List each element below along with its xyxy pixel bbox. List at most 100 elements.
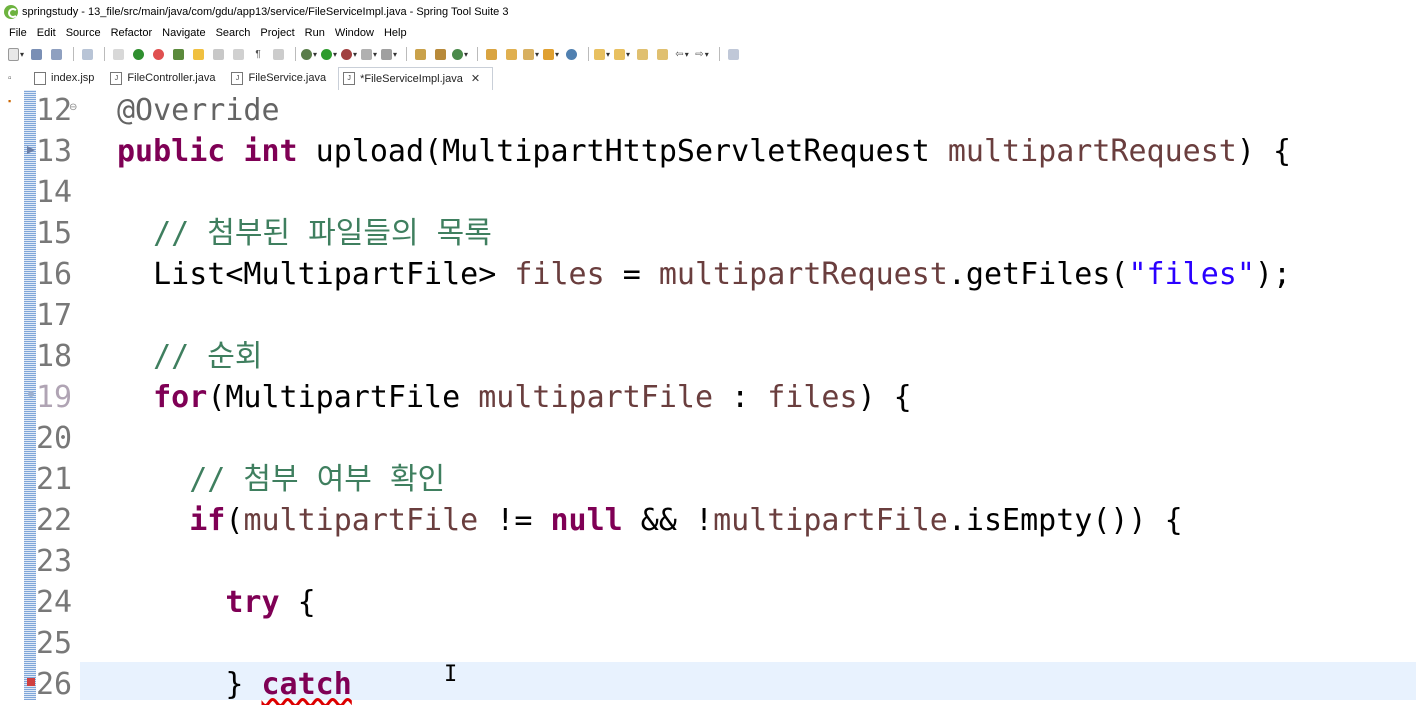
tab-file-controller[interactable]: J FileController.java bbox=[106, 67, 227, 89]
comment-text: // 순회 bbox=[117, 339, 263, 374]
code-line: 17 bbox=[0, 295, 1416, 336]
new-java-package-icon[interactable] bbox=[412, 47, 428, 61]
globe-icon[interactable] bbox=[563, 47, 579, 61]
main-toolbar: ¶ ⇦ ⇨ bbox=[0, 42, 1416, 66]
run-icon[interactable] bbox=[321, 47, 337, 61]
new-java-class-icon[interactable] bbox=[432, 47, 448, 61]
minimize-panel-icon[interactable]: ▫ bbox=[8, 73, 18, 84]
mark-occurrences-icon[interactable] bbox=[190, 47, 206, 61]
line-number: 23 bbox=[36, 544, 73, 579]
code-line: 16 List<MultipartFile> files = multipart… bbox=[0, 254, 1416, 295]
open-folder-icon[interactable] bbox=[543, 47, 559, 61]
menu-edit[interactable]: Edit bbox=[32, 27, 61, 39]
code-line: 12 ⊖ @Override bbox=[0, 90, 1416, 131]
line-number: 17 bbox=[36, 298, 73, 333]
tab-label: FileController.java bbox=[127, 72, 216, 84]
comment-text: // 첨부 여부 확인 bbox=[117, 462, 446, 497]
last-edit-location-icon[interactable] bbox=[634, 47, 650, 61]
code-text: try { bbox=[225, 585, 316, 620]
external-tools-icon[interactable] bbox=[381, 47, 397, 61]
skip-breakpoints-icon[interactable] bbox=[110, 47, 126, 61]
toolbar-separator bbox=[104, 47, 105, 61]
code-text: } catch bbox=[117, 667, 352, 702]
annotation-token: @Override bbox=[117, 93, 280, 128]
line-number: 12 bbox=[36, 93, 73, 128]
edit-location-icon[interactable] bbox=[654, 47, 670, 61]
line-number: 25 bbox=[36, 626, 73, 661]
print-icon[interactable] bbox=[79, 47, 95, 61]
menu-project[interactable]: Project bbox=[255, 27, 299, 39]
line-number: 15 bbox=[36, 216, 73, 251]
menu-source[interactable]: Source bbox=[61, 27, 106, 39]
line-number: 14 bbox=[36, 175, 73, 210]
line-number: 16 bbox=[36, 257, 73, 292]
open-type-icon[interactable] bbox=[170, 47, 186, 61]
new-icon[interactable] bbox=[8, 47, 24, 61]
toolbar-separator bbox=[719, 47, 720, 61]
pilcrow-icon[interactable]: ¶ bbox=[250, 47, 266, 61]
tab-file-service-impl[interactable]: J *FileServiceImpl.java ✕ bbox=[338, 66, 494, 90]
code-line: 26 } catch bbox=[0, 664, 1416, 705]
menu-run[interactable]: Run bbox=[300, 27, 330, 39]
menu-bar: File Edit Source Refactor Navigate Searc… bbox=[0, 24, 1416, 42]
code-line: 20 bbox=[0, 418, 1416, 459]
code-text: if(multipartFile != null && !multipartFi… bbox=[189, 503, 1183, 538]
fold-icon[interactable]: ⊖ bbox=[69, 102, 77, 113]
forward-icon[interactable]: ⇨ bbox=[694, 47, 710, 61]
line-number: 24 bbox=[36, 585, 73, 620]
refresh-icon[interactable] bbox=[150, 47, 166, 61]
spring-boot-dashboard-icon[interactable] bbox=[130, 47, 146, 61]
save-icon[interactable] bbox=[28, 47, 44, 61]
java-file-icon: J bbox=[343, 72, 356, 85]
menu-window[interactable]: Window bbox=[330, 27, 379, 39]
line-number: 21 bbox=[36, 462, 73, 497]
code-line: 22 if(multipartFile != null && !multipar… bbox=[0, 500, 1416, 541]
title-bar: springstudy - 13_file/src/main/java/com/… bbox=[0, 0, 1416, 24]
toolbar-separator bbox=[406, 47, 407, 61]
pin-editor-icon[interactable] bbox=[725, 47, 741, 61]
word-wrap-icon[interactable] bbox=[270, 47, 286, 61]
code-line: 13 public int upload(MultipartHttpServle… bbox=[0, 131, 1416, 172]
tab-label: index.jsp bbox=[51, 72, 95, 84]
java-file-icon: J bbox=[231, 71, 244, 85]
breakpoint-marker-icon bbox=[28, 391, 34, 397]
code-text: List<MultipartFile> files = multipartReq… bbox=[117, 257, 1292, 292]
stop-icon[interactable] bbox=[361, 47, 377, 61]
error-marker-icon bbox=[27, 678, 35, 686]
open-task-icon[interactable] bbox=[503, 47, 519, 61]
back-icon[interactable]: ⇦ bbox=[674, 47, 690, 61]
line-number: 22 bbox=[36, 503, 73, 538]
menu-refactor[interactable]: Refactor bbox=[106, 27, 158, 39]
code-line: 14 bbox=[0, 172, 1416, 213]
menu-search[interactable]: Search bbox=[211, 27, 256, 39]
previous-annotation-icon[interactable] bbox=[614, 47, 630, 61]
search-icon[interactable] bbox=[523, 47, 539, 61]
code-line: 25 bbox=[0, 623, 1416, 664]
jsp-file-icon bbox=[34, 71, 46, 85]
menu-navigate[interactable]: Navigate bbox=[157, 27, 210, 39]
next-annotation-icon[interactable] bbox=[594, 47, 610, 61]
debug-icon[interactable] bbox=[301, 47, 317, 61]
menu-file[interactable]: File bbox=[0, 27, 32, 39]
tab-index-jsp[interactable]: index.jsp bbox=[30, 67, 106, 89]
override-marker-icon bbox=[27, 146, 35, 154]
toolbar-separator bbox=[588, 47, 589, 61]
save-all-icon[interactable] bbox=[48, 47, 64, 61]
toolbar-separator bbox=[477, 47, 478, 61]
open-type-hierarchy-icon[interactable] bbox=[483, 47, 499, 61]
code-line: 18 // 순회 bbox=[0, 336, 1416, 377]
tab-label: *FileServiceImpl.java bbox=[360, 72, 463, 85]
show-whitespace-icon[interactable] bbox=[230, 47, 246, 61]
toolbar-separator bbox=[73, 47, 74, 61]
toggle-block-icon[interactable] bbox=[210, 47, 226, 61]
tab-file-service[interactable]: J FileService.java bbox=[227, 67, 338, 89]
menu-help[interactable]: Help bbox=[379, 27, 412, 39]
code-editor[interactable]: ▪ 12 ⊖ @Override 13 public int upload(Mu… bbox=[0, 90, 1416, 702]
code-line: 23 bbox=[0, 541, 1416, 582]
line-number: 26 bbox=[36, 667, 73, 702]
coverage-icon[interactable] bbox=[341, 47, 357, 61]
new-class-icon[interactable] bbox=[452, 47, 468, 61]
toolbar-separator bbox=[295, 47, 296, 61]
close-icon[interactable]: ✕ bbox=[471, 72, 480, 85]
comment-text: // 첨부된 파일들의 목록 bbox=[117, 216, 492, 251]
